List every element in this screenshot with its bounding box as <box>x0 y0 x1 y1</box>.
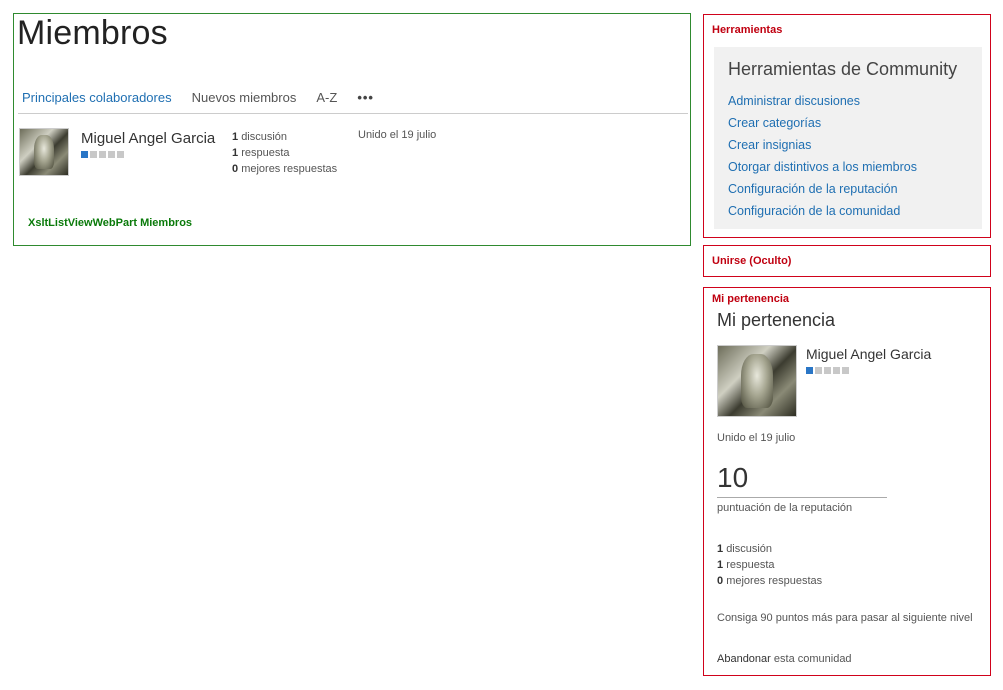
membership-avatar[interactable] <box>717 345 797 417</box>
level-square-empty <box>90 151 97 158</box>
membership-zone-title: Mi pertenencia <box>712 293 790 305</box>
membership-discussions: 1 discusión <box>717 543 773 555</box>
tools-zone-title: Herramientas <box>712 24 783 36</box>
level-square-empty <box>108 151 115 158</box>
tab-top-contributors[interactable]: Principales colaboradores <box>22 90 172 105</box>
members-tabs: Principales colaboradores Nuevos miembro… <box>22 88 374 106</box>
link-create-categories[interactable]: Crear categorías <box>728 112 917 134</box>
membership-zone: Mi pertenencia Mi pertenencia Miguel Ang… <box>703 287 991 676</box>
community-tools-heading: Herramientas de Community <box>728 59 958 79</box>
member-best-answers: 0 mejores respuestas <box>232 163 338 175</box>
reputation-score: 10 <box>717 462 749 493</box>
membership-level-indicator <box>806 367 851 374</box>
webpart-label: XsltListViewWebPart Miembros <box>28 217 193 229</box>
membership-best-answers: 0 mejores respuestas <box>717 575 823 587</box>
member-discussions: 1 discusión <box>232 131 288 143</box>
level-square-empty <box>833 367 840 374</box>
join-zone-title: Unirse (Oculto) <box>712 255 792 267</box>
member-stats: 1 discusión 1 respuesta 0 mejores respue… <box>232 129 337 177</box>
member-replies: 1 respuesta <box>232 147 290 159</box>
tab-new-members[interactable]: Nuevos miembros <box>192 90 297 105</box>
membership-name[interactable]: Miguel Angel Garcia <box>806 346 931 362</box>
level-square-empty <box>842 367 849 374</box>
link-give-badges[interactable]: Otorgar distintivos a los miembros <box>728 156 917 178</box>
score-divider <box>717 497 887 498</box>
membership-heading: Mi pertenencia <box>717 310 836 330</box>
membership-joined-date: Unido el 19 julio <box>717 432 796 444</box>
community-tools-links: Administrar discusiones Crear categorías… <box>728 90 917 222</box>
level-square-empty <box>815 367 822 374</box>
member-avatar[interactable] <box>19 128 69 176</box>
leave-community: Abandonar esta comunidad <box>717 653 852 665</box>
member-row: Miguel Angel Garcia 1 discusión 1 respue… <box>19 128 679 178</box>
level-square-filled <box>81 151 88 158</box>
link-manage-discussions[interactable]: Administrar discusiones <box>728 90 917 112</box>
link-reputation-settings[interactable]: Configuración de la reputación <box>728 178 917 200</box>
next-level-message: Consiga 90 puntos más para pasar al sigu… <box>717 612 973 624</box>
members-webpart-zone: Miembros Principales colaboradores Nuevo… <box>13 13 691 246</box>
membership-replies: 1 respuesta <box>717 559 775 571</box>
level-square-empty <box>99 151 106 158</box>
level-square-empty <box>117 151 124 158</box>
membership-stats: 1 discusión 1 respuesta 0 mejores respue… <box>717 541 822 589</box>
tab-a-z[interactable]: A-Z <box>316 90 337 105</box>
level-square-empty <box>824 367 831 374</box>
level-square-filled <box>806 367 813 374</box>
tools-zone: Herramientas Herramientas de Community A… <box>703 14 991 238</box>
leave-community-text: esta comunidad <box>773 653 852 665</box>
leave-community-link[interactable]: Abandonar <box>717 653 771 665</box>
reputation-score-label: puntuación de la reputación <box>717 502 853 514</box>
link-create-badges[interactable]: Crear insignias <box>728 134 917 156</box>
community-tools-box: Herramientas de Community Administrar di… <box>714 47 982 229</box>
member-level-indicator <box>81 151 126 158</box>
link-community-settings[interactable]: Configuración de la comunidad <box>728 200 917 222</box>
tabs-divider <box>18 113 688 114</box>
more-ellipsis-icon[interactable]: ••• <box>357 90 374 105</box>
member-joined-date: Unido el 19 julio <box>358 129 437 141</box>
join-zone: Unirse (Oculto) <box>703 245 991 277</box>
member-name[interactable]: Miguel Angel Garcia <box>81 130 215 147</box>
page-title: Miembros <box>17 14 168 52</box>
